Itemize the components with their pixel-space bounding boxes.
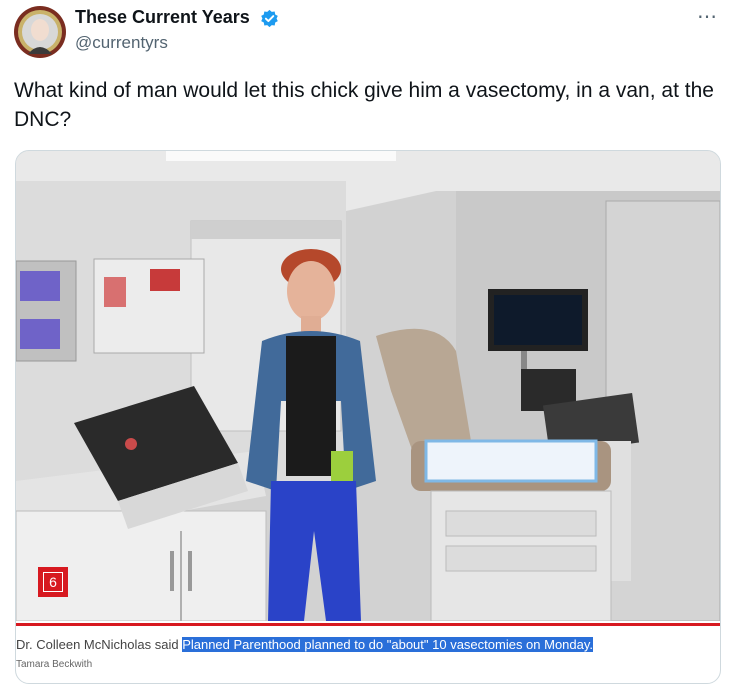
tweet-text: What kind of man would let this chick gi… xyxy=(14,79,714,131)
photo-caption: Dr. Colleen McNicholas said Planned Pare… xyxy=(16,637,594,652)
media-card[interactable]: 6 Dr. Colleen McNicholas said Planned Pa… xyxy=(15,150,721,684)
photo-image xyxy=(16,151,720,621)
avatar[interactable] xyxy=(14,6,66,58)
author-name[interactable]: These Current Years xyxy=(75,7,250,28)
caption-text: Dr. Colleen McNicholas said xyxy=(16,637,183,652)
caption-divider xyxy=(16,623,720,626)
gallery-count-number: 6 xyxy=(43,572,63,592)
caption-highlighted-text: Planned Parenthood planned to do "about"… xyxy=(182,637,594,652)
avatar-image xyxy=(14,6,66,58)
verified-badge-icon xyxy=(261,9,278,28)
more-options-icon[interactable]: ⋯ xyxy=(697,4,718,29)
photo-credit: Tamara Beckwith xyxy=(16,659,93,670)
gallery-count-badge: 6 xyxy=(38,567,68,597)
author-handle[interactable]: @currentyrs xyxy=(75,33,168,53)
